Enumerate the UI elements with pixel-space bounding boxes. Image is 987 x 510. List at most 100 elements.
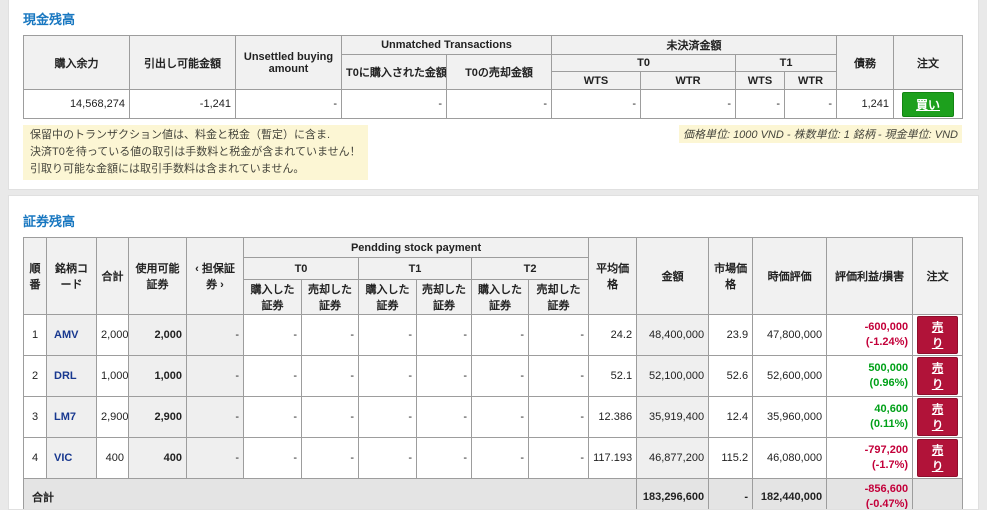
cell-avg-price: 24.2 — [588, 314, 638, 357]
stock-row: 3 LM7 2,900 2,900 - - - - - - - 12.386 3… — [23, 396, 964, 439]
cell-t0-wtr: - — [640, 89, 737, 119]
stock-code-link[interactable]: DRL — [46, 355, 97, 398]
col-header-collateral: ‹ 担保証券 › — [186, 237, 244, 316]
cash-balance-title: 現金残高 — [23, 12, 76, 27]
profit-percent: (0.11%) — [870, 418, 909, 431]
cell-t1-bought: - — [358, 396, 417, 439]
col-header-t1-bought: 購入した証券 — [358, 279, 417, 316]
col-header-available: 使用可能証券 — [128, 237, 187, 316]
cell-total: 2,900 — [96, 396, 129, 439]
sell-button[interactable]: 売り — [917, 398, 959, 437]
cell-sell-order: 売り — [912, 437, 964, 480]
cell-t0-sold: - — [301, 355, 359, 398]
buy-button[interactable]: 買い — [902, 91, 955, 117]
cell-market-price: 12.4 — [708, 396, 754, 439]
profit-value: -856,600 — [864, 482, 909, 495]
cell-amount: 52,100,000 — [636, 355, 710, 398]
cell-t1-wtr: - — [784, 89, 838, 119]
cell-market-price: 52.6 — [708, 355, 754, 398]
cell-buy-order: 買い — [893, 89, 964, 119]
col-header-t0: T0 — [551, 54, 737, 72]
cell-t1-sold: - — [416, 355, 472, 398]
note-line: 決済T0を待っている値の取引は手数料と税金が含まれていません！ — [30, 146, 361, 159]
profit-percent: (0.96%) — [869, 377, 909, 390]
cell-total-order-empty — [912, 478, 964, 510]
col-header-t2-sold: 売却した証券 — [527, 279, 590, 316]
cell-t2-bought: - — [471, 437, 529, 480]
cell-avg-price: 117.193 — [588, 437, 638, 480]
cell-t0-bought: - — [243, 396, 302, 439]
cell-available: 2,900 — [128, 396, 187, 439]
col-header-t1: T1 — [358, 257, 472, 281]
cell-t2-sold: - — [527, 355, 590, 398]
cell-profit-loss: 500,000 (0.96%) — [826, 355, 914, 398]
col-header-pending-stock-payment: Pendding stock payment — [242, 237, 590, 259]
page: 現金残高 購入余力 引出し可能金額 Unsettled buying amoun… — [0, 0, 987, 510]
cell-collateral: - — [186, 314, 244, 357]
cell-market-value: 52,600,000 — [752, 355, 828, 398]
cell-t0-bought: - — [341, 89, 447, 119]
cell-market-value: 46,080,000 — [752, 437, 828, 480]
col-header-buying-power: 購入余力 — [23, 35, 130, 90]
cell-total-market-price: - — [708, 478, 754, 510]
cell-total-amount: 183,296,600 — [636, 478, 710, 510]
stock-balance-title: 証券残高 — [23, 214, 76, 230]
cell-index: 4 — [23, 437, 47, 480]
cash-balance-table: 購入余力 引出し可能金額 Unsettled buying amount Unm… — [23, 35, 964, 119]
sell-button[interactable]: 売り — [917, 439, 959, 478]
profit-percent: (-1.24%) — [865, 336, 909, 349]
col-header-debt: 債務 — [836, 35, 895, 90]
cell-debt: 1,241 — [836, 89, 895, 119]
unit-note: 価格単位: 1000 VND - 株数単位: 1 銘柄 - 現金単位: VND — [678, 125, 962, 143]
cell-profit-loss: -797,200 (-1.7%) — [826, 437, 914, 480]
col-header-market-value: 時価評価 — [752, 237, 828, 316]
cell-t1-sold: - — [416, 396, 472, 439]
cell-profit-loss: -600,000 (-1.24%) — [826, 314, 914, 357]
cell-buying-power: 14,568,274 — [23, 89, 130, 119]
cell-t2-bought: - — [471, 396, 529, 439]
col-header-t0: T0 — [243, 257, 359, 281]
profit-value: -797,200 — [864, 444, 909, 457]
stock-code-link[interactable]: LM7 — [46, 396, 97, 439]
cell-t2-sold: - — [527, 314, 590, 357]
stock-code-link[interactable]: AMV — [46, 314, 97, 357]
cell-t0-sold: - — [301, 437, 359, 480]
cell-t0-sold: - — [445, 89, 553, 119]
col-header-order: 注文 — [893, 35, 964, 90]
cell-available: 1,000 — [128, 355, 187, 398]
cell-t0-bought: - — [243, 437, 302, 480]
cell-index: 2 — [23, 355, 47, 398]
sell-button[interactable]: 売り — [917, 316, 959, 355]
cell-t1-bought: - — [358, 437, 417, 480]
stock-row: 2 DRL 1,000 1,000 - - - - - - - 52.1 52,… — [23, 355, 964, 398]
cell-total-label: 合計 — [22, 478, 638, 510]
col-header-withdrawable: 引出し可能金額 — [129, 35, 236, 90]
profit-value: 500,000 — [868, 362, 909, 375]
col-header-market-price: 市場価格 — [708, 237, 754, 316]
col-header-total: 合計 — [96, 237, 129, 316]
stock-row: 4 VIC 400 400 - - - - - - - 117.193 46,8… — [23, 437, 964, 480]
cell-sell-order: 売り — [912, 355, 964, 398]
col-header-t1-wts: WTS — [735, 71, 786, 90]
cell-unsettled-buying: - — [235, 89, 342, 119]
cell-t0-sold: - — [301, 314, 359, 357]
col-header-amount: 金額 — [636, 237, 710, 316]
cell-index: 3 — [23, 396, 47, 439]
cell-t0-bought: - — [243, 314, 302, 357]
profit-value: -600,000 — [864, 321, 909, 334]
cell-amount: 46,877,200 — [636, 437, 710, 480]
cell-market-price: 23.9 — [708, 314, 754, 357]
note-line: 引取り可能な金額には取引手数料は含まれていません。 — [30, 163, 305, 176]
stock-balance-table: 順番 銘柄コード 合計 使用可能証券 ‹ 担保証券 › Pendding sto… — [22, 237, 964, 510]
col-header-t0-bought: 購入した証券 — [243, 279, 302, 316]
col-header-t2: T2 — [470, 257, 590, 281]
stock-balance-panel: 証券残高 順番 銘柄コード 合計 使用可能証券 ‹ 担保証券 › Penddin… — [8, 195, 979, 510]
cell-t2-bought: - — [471, 355, 529, 398]
stock-code-link[interactable]: VIC — [46, 437, 97, 480]
cell-collateral: - — [186, 355, 244, 398]
cell-index: 1 — [23, 314, 47, 357]
sell-button[interactable]: 売り — [917, 357, 959, 396]
profit-value: 40,600 — [874, 403, 909, 416]
cell-available: 2,000 — [128, 314, 187, 357]
col-header-stock-code: 銘柄コード — [46, 237, 97, 316]
